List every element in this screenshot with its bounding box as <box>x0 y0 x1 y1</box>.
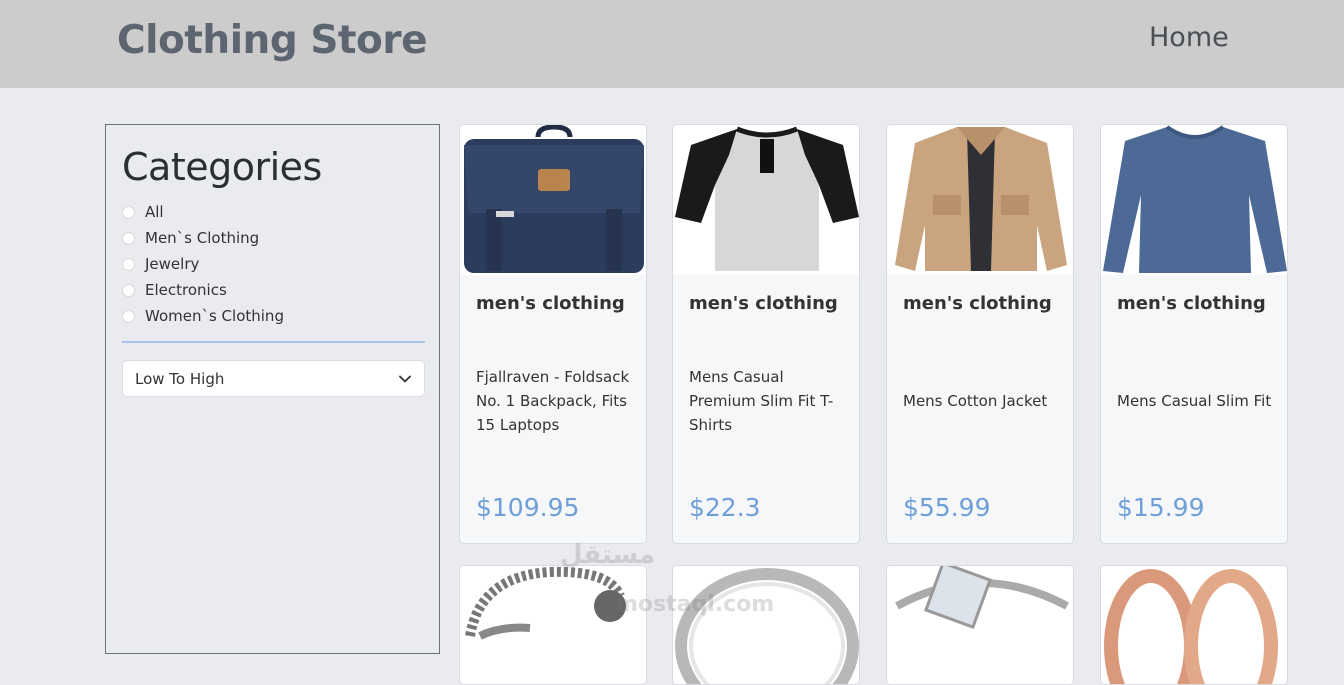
backpack-image <box>460 125 646 275</box>
product-category: men's clothing <box>689 293 838 314</box>
category-label: All <box>145 203 164 221</box>
diamond-ring-image <box>887 566 1073 684</box>
product-card[interactable] <box>1100 565 1288 685</box>
product-card[interactable] <box>459 565 647 685</box>
product-title: Mens Cotton Jacket <box>903 353 1061 449</box>
product-price: $55.99 <box>903 493 991 522</box>
product-title-text: Fjallraven - Foldsack No. 1 Backpack, Fi… <box>476 368 630 434</box>
category-label: Women`s Clothing <box>145 307 284 325</box>
watermark-latin: mostaql.com <box>615 592 775 617</box>
nav-home-link[interactable]: Home <box>1149 22 1229 53</box>
category-list: All Men`s Clothing Jewelry Electronics W… <box>122 199 284 329</box>
category-option-jewelry[interactable]: Jewelry <box>122 251 284 277</box>
category-option-electronics[interactable]: Electronics <box>122 277 284 303</box>
watermark-arabic: مستقل <box>560 540 656 570</box>
navbar: Clothing Store Home <box>0 0 1344 88</box>
radio-button[interactable] <box>122 283 135 297</box>
product-title-text: Mens Casual Slim Fit <box>1117 392 1272 410</box>
category-label: Men`s Clothing <box>145 229 260 247</box>
product-card[interactable] <box>886 565 1074 685</box>
sidebar-divider <box>122 341 425 343</box>
product-title: Fjallraven - Foldsack No. 1 Backpack, Fi… <box>476 353 634 449</box>
silver-ring-image <box>673 566 859 684</box>
product-card[interactable]: men's clothing Mens Casual Premium Slim … <box>672 124 860 544</box>
product-category: men's clothing <box>476 293 625 314</box>
product-title-text: Mens Cotton Jacket <box>903 392 1048 410</box>
categories-heading: Categories <box>122 145 322 189</box>
radio-button[interactable] <box>122 205 135 219</box>
product-title-text: Mens Casual Premium Slim Fit T-Shirts <box>689 368 834 434</box>
category-label: Electronics <box>145 281 227 299</box>
category-option-mens-clothing[interactable]: Men`s Clothing <box>122 225 284 251</box>
product-title: Mens Casual Slim Fit <box>1117 353 1275 449</box>
sort-select-value: Low To High <box>135 369 225 388</box>
product-price: $15.99 <box>1117 493 1205 522</box>
product-card[interactable]: men's clothing Mens Casual Slim Fit $15.… <box>1100 124 1288 544</box>
radio-button[interactable] <box>122 309 135 323</box>
bracelet-image <box>460 566 646 684</box>
product-title: Mens Casual Premium Slim Fit T-Shirts <box>689 353 847 449</box>
product-category: men's clothing <box>1117 293 1266 314</box>
radio-button[interactable] <box>122 257 135 271</box>
product-price: $109.95 <box>476 493 580 522</box>
category-option-womens-clothing[interactable]: Women`s Clothing <box>122 303 284 329</box>
tshirt-image <box>673 125 859 275</box>
product-card[interactable]: men's clothing Fjallraven - Foldsack No.… <box>459 124 647 544</box>
product-price: $22.3 <box>689 493 761 522</box>
product-card[interactable]: men's clothing Mens Cotton Jacket $55.99 <box>886 124 1074 544</box>
rose-gold-rings-image <box>1101 566 1287 684</box>
radio-button[interactable] <box>122 231 135 245</box>
long-sleeve-shirt-image <box>1101 125 1287 275</box>
categories-sidebar: Categories All Men`s Clothing Jewelry El… <box>105 124 440 654</box>
brand-title[interactable]: Clothing Store <box>117 18 428 63</box>
sort-select[interactable]: Low To High <box>122 360 425 397</box>
jacket-image <box>887 125 1073 275</box>
product-card[interactable] <box>672 565 860 685</box>
chevron-down-icon <box>399 375 411 383</box>
category-label: Jewelry <box>145 255 200 273</box>
product-category: men's clothing <box>903 293 1052 314</box>
category-option-all[interactable]: All <box>122 199 284 225</box>
